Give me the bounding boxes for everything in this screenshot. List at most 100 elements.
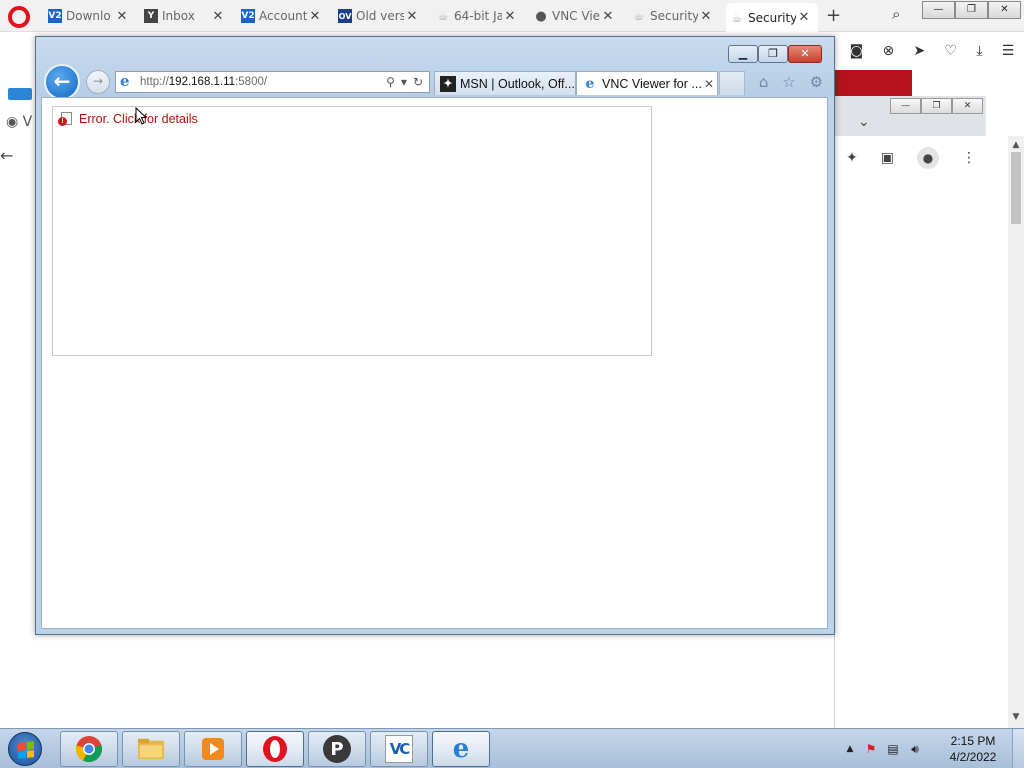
block-icon[interactable]: ⊗	[882, 43, 894, 59]
opera-tab-0[interactable]: V2 Downlo ✕	[44, 3, 136, 29]
action-center-flag-icon[interactable]: ⚑	[862, 742, 880, 756]
opera-tab-4[interactable]: ☕ 64-bit Ja ✕	[432, 3, 524, 29]
opera-tab-1[interactable]: Y Inbox ✕	[140, 3, 232, 29]
menu-icon[interactable]: ☰	[1002, 43, 1015, 59]
applet-error-link[interactable]: ! Error. Click for details	[58, 112, 198, 126]
taskbar-vnc[interactable]: VC	[370, 731, 428, 767]
maximize-button[interactable]: ❐	[921, 98, 952, 114]
vnc-icon: VC	[385, 735, 413, 763]
favorites-star-icon[interactable]: ☆	[782, 73, 795, 91]
heart-icon[interactable]: ♡	[944, 43, 957, 59]
vnc-letters: VC	[389, 740, 411, 758]
url-port: :5800/	[235, 76, 268, 88]
close-button[interactable]: ✕	[788, 45, 822, 63]
taskbar-opera[interactable]	[246, 731, 304, 767]
opera-window-controls: — ❐ ✕	[922, 1, 1022, 19]
new-tab-icon[interactable]: +	[826, 5, 841, 26]
clock-time: 2:15 PM	[950, 734, 996, 748]
close-icon[interactable]: ✕	[404, 9, 420, 24]
address-url[interactable]: http://192.168.1.11:5800/	[140, 76, 386, 88]
ie-page-content: ! Error. Click for details	[41, 97, 828, 629]
back-arrow-icon[interactable]: ←	[0, 146, 13, 165]
close-button[interactable]: ✕	[952, 98, 983, 114]
home-icon[interactable]: ⌂	[759, 73, 769, 91]
clock-date: 4/2/2022	[949, 750, 997, 764]
download-icon[interactable]: ⤓	[976, 43, 982, 59]
opera-tab-title: Old vers	[356, 9, 404, 23]
vc-icon: V2	[241, 9, 255, 23]
close-icon[interactable]: ✕	[114, 9, 130, 24]
opera-tab-6[interactable]: ☕ Security ✕	[628, 3, 720, 29]
opera-tab-7-active[interactable]: ☕ Security ✕	[726, 3, 818, 32]
side-panel-icon[interactable]: ▣	[881, 150, 894, 166]
close-icon[interactable]: ✕	[698, 9, 714, 24]
opera-tab-3[interactable]: OV Old vers ✕	[334, 3, 426, 29]
taskbar-psiphon[interactable]: P	[308, 731, 366, 767]
taskbar-explorer[interactable]	[122, 731, 180, 767]
show-desktop-button[interactable]	[1012, 729, 1024, 768]
background-tab-label: V	[22, 114, 33, 130]
minimize-button[interactable]: —	[922, 1, 955, 19]
minimize-button[interactable]: —	[890, 98, 921, 114]
maximize-button[interactable]: ❐	[955, 1, 988, 19]
tab-title: MSN | Outlook, Off...	[460, 76, 575, 91]
opera-tab-5[interactable]: ● VNC Vie ✕	[530, 3, 622, 29]
extensions-icon[interactable]: ✦	[846, 150, 858, 166]
internet-explorer-window: ▁ ❐ ✕ ← → e http://192.168.1.11:5800/ ⚲ …	[35, 36, 835, 635]
dropdown-arrow-icon[interactable]: ▾	[401, 75, 407, 89]
address-bar[interactable]: e http://192.168.1.11:5800/ ⚲ ▾ ↻	[115, 71, 430, 93]
java-icon: ☕	[731, 10, 743, 25]
close-button[interactable]: ✕	[988, 1, 1021, 19]
opera-logo-icon[interactable]	[8, 6, 30, 28]
more-menu-icon[interactable]: ⋮	[962, 150, 976, 166]
java-icon: ☕	[633, 9, 645, 23]
opera-tab-2[interactable]: V2 Account ✕	[237, 3, 329, 29]
java-applet-frame[interactable]: ! Error. Click for details	[52, 106, 652, 356]
tray-expand-icon[interactable]: ▲	[842, 744, 858, 754]
scrollbar-thumb[interactable]	[1011, 152, 1021, 224]
opera-tab-title: Downlo	[66, 9, 111, 23]
address-tools: ⚲ ▾ ↻	[386, 75, 429, 89]
close-icon[interactable]: ✕	[796, 10, 812, 25]
tab-msn[interactable]: ✦ MSN | Outlook, Off...	[434, 71, 576, 95]
psiphon-letter: P	[330, 738, 344, 760]
network-icon[interactable]: ▤	[884, 742, 902, 756]
ie-letter: e	[452, 734, 470, 764]
forward-button[interactable]: →	[86, 70, 110, 94]
close-icon[interactable]: ✕	[502, 9, 518, 24]
chrome-header-accent	[834, 70, 912, 98]
send-icon[interactable]: ➤	[913, 43, 925, 59]
scroll-down-arrow-icon[interactable]: ▼	[1008, 712, 1024, 722]
taskbar-chrome[interactable]	[60, 731, 118, 767]
chevron-down-icon[interactable]: ⌄	[858, 114, 870, 130]
start-button[interactable]	[4, 731, 48, 767]
explorer-icon	[137, 735, 165, 763]
ie-page-icon: e	[120, 72, 130, 90]
opera-sidebar-badge[interactable]	[8, 88, 32, 100]
volume-icon[interactable]: 🔊︎	[906, 742, 924, 757]
camera-icon[interactable]: ◙	[850, 43, 864, 59]
yahoo-icon: Y	[144, 9, 158, 23]
taskbar-internet-explorer[interactable]: e	[432, 731, 490, 767]
scroll-up-arrow-icon[interactable]: ▲	[1008, 140, 1024, 150]
windows-logo-icon	[8, 732, 42, 766]
minimize-button[interactable]: ▁	[728, 45, 758, 63]
close-icon[interactable]: ✕	[600, 9, 616, 24]
gear-icon[interactable]: ⚙	[810, 73, 823, 91]
taskbar-clock[interactable]: 2:15 PM 4/2/2022	[940, 733, 1006, 765]
refresh-icon[interactable]: ↻	[413, 75, 423, 89]
close-icon[interactable]: ✕	[210, 9, 226, 24]
search-icon[interactable]: ⚲	[386, 75, 395, 89]
maximize-button[interactable]: ❐	[758, 45, 788, 63]
back-button[interactable]: ←	[44, 64, 80, 100]
url-scheme: http://	[140, 76, 169, 88]
page-scrollbar[interactable]	[1008, 136, 1024, 728]
profile-avatar-icon[interactable]: ●	[916, 147, 939, 169]
taskbar-media-player[interactable]	[184, 731, 242, 767]
close-icon[interactable]: ✕	[307, 9, 323, 24]
close-tab-icon[interactable]: ✕	[701, 77, 717, 91]
new-tab-button[interactable]	[719, 71, 745, 95]
globe-icon: ●	[535, 8, 547, 24]
search-icon[interactable]: ⌕	[892, 5, 900, 23]
tab-vnc-viewer[interactable]: e VNC Viewer for ... ✕	[576, 71, 718, 95]
